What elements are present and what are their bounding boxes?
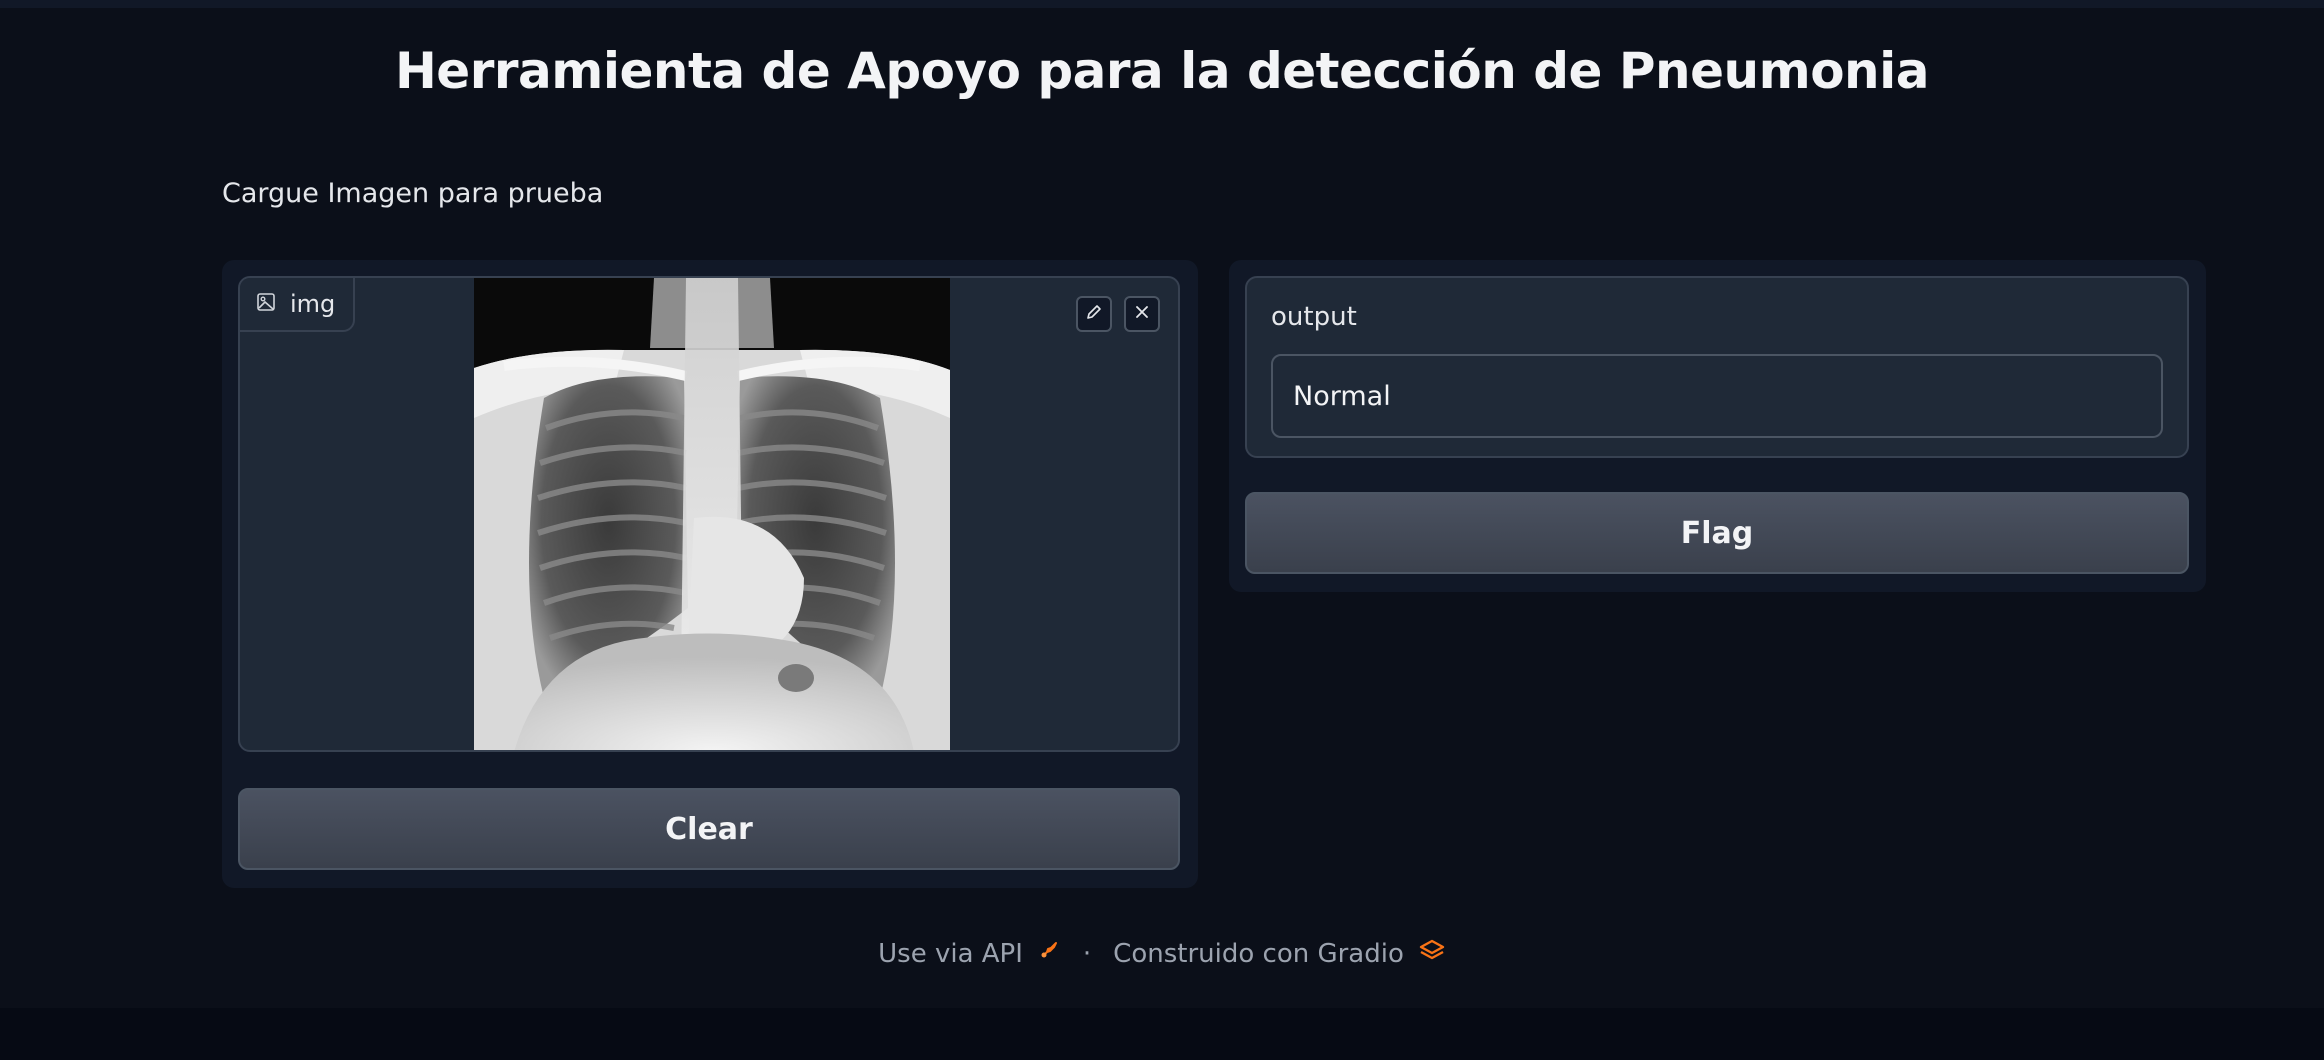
- top-strip: [0, 0, 2324, 8]
- page-title: Herramienta de Apoyo para la detección d…: [394, 42, 1930, 100]
- chest-xray-image: [474, 278, 950, 750]
- remove-image-button[interactable]: [1124, 296, 1160, 332]
- output-textbox[interactable]: Normal: [1271, 354, 2163, 438]
- pencil-icon: [1085, 303, 1103, 325]
- clear-button[interactable]: Clear: [238, 788, 1180, 870]
- image-input-label-text: img: [290, 290, 336, 318]
- image-input-label: img: [240, 278, 356, 332]
- output-block: output Normal: [1245, 276, 2189, 458]
- bottom-band: [0, 1008, 2324, 1060]
- close-icon: [1133, 303, 1151, 325]
- use-via-api-link[interactable]: Use via API: [878, 939, 1023, 969]
- image-icon: [256, 290, 276, 318]
- footer-separator: ·: [1082, 938, 1092, 969]
- edit-button[interactable]: [1076, 296, 1112, 332]
- gradio-logo-icon: [1418, 938, 1446, 969]
- built-with-gradio-link[interactable]: Construido con Gradio: [1113, 939, 1404, 969]
- input-panel: img Clear: [222, 260, 1198, 888]
- flag-button[interactable]: Flag: [1245, 492, 2189, 574]
- output-label: output: [1271, 302, 1357, 332]
- rocket-icon: [1037, 938, 1061, 969]
- image-input[interactable]: img: [238, 276, 1180, 752]
- description: Cargue Imagen para prueba: [222, 178, 604, 209]
- output-panel: output Normal Flag: [1229, 260, 2206, 592]
- footer: Use via API · Construido con Gradio: [0, 938, 2324, 969]
